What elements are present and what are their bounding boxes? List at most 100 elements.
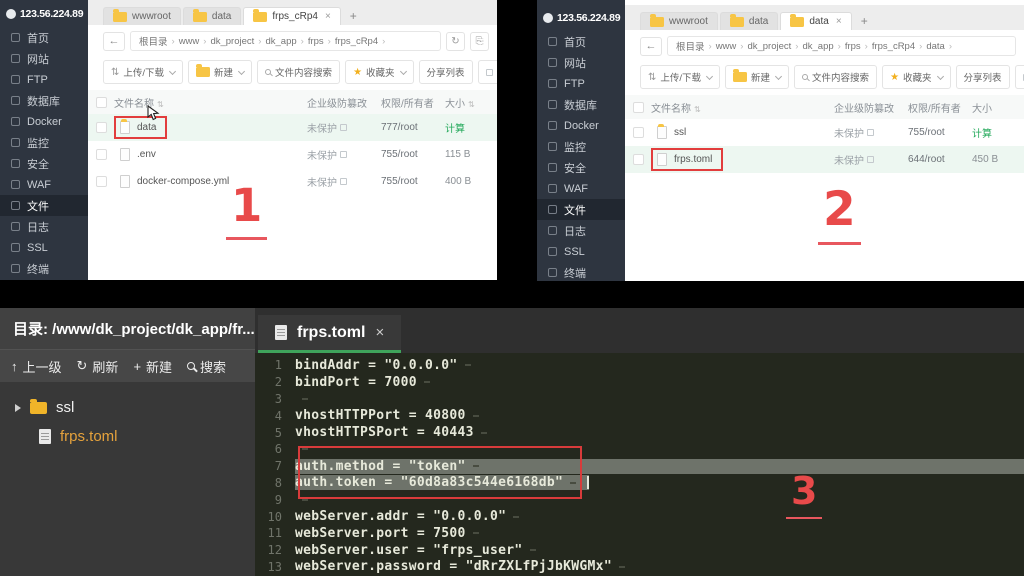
sidebar-item[interactable]: FTP [0,69,88,90]
breadcrumb-segment[interactable]: dk_app [265,36,307,47]
table-row[interactable]: .env 未保护 755/root 115 B [88,141,497,168]
share-list-button[interactable]: 分享列表 [419,60,473,84]
sidebar-item[interactable]: 网站 [537,52,625,73]
server-header[interactable]: 123.56.224.89 0 [537,4,625,31]
up-level-button[interactable]: ↑上一级 [11,357,62,376]
sidebar-item[interactable]: WAF [0,174,88,195]
code-line[interactable]: 10 webServer.addr = "0.0.0.0" [255,508,1024,525]
sidebar-item[interactable]: 终端 [537,262,625,281]
breadcrumb-segment[interactable]: 根目录 [676,39,716,53]
sidebar-item[interactable]: 监控 [537,136,625,157]
row-checkbox[interactable] [96,122,107,133]
close-icon[interactable]: × [325,11,331,22]
breadcrumb-segment[interactable]: www [716,41,748,52]
sidebar-item[interactable]: 文件 [0,195,88,216]
code-line[interactable]: 1 bindAddr = "0.0.0.0" [255,357,1024,374]
breadcrumb-segment[interactable]: 根目录 [139,34,179,48]
terminal-button[interactable]: 终端 [478,60,497,84]
tab-data[interactable]: data [720,12,778,30]
row-checkbox[interactable] [96,176,107,187]
server-header[interactable]: 123.56.224.89 0 [0,0,88,27]
sidebar-item[interactable]: 文件 [537,199,625,220]
copy-path-icon[interactable]: ⎘ [470,32,489,51]
code-line[interactable]: 8 auth.token = "60d8a83c544e6168db" [255,475,1024,492]
share-list-button[interactable]: 分享列表 [956,65,1010,89]
sidebar-item[interactable]: SSL [0,237,88,258]
editor-tab-frps-toml[interactable]: frps.toml × [258,315,401,353]
row-checkbox[interactable] [633,127,644,138]
back-button[interactable]: ← [103,32,125,51]
content-search-button[interactable]: 文件内容搜索 [794,65,877,89]
sidebar-item[interactable]: 终端 [0,258,88,279]
file-size[interactable]: 400 B [445,176,497,187]
table-row[interactable]: frps.toml 未保护 644/root 450 B [625,146,1024,173]
code-line[interactable]: 3 [255,391,1024,408]
upload-download-button[interactable]: ⇅上传/下载 [640,65,720,89]
terminal-button[interactable]: 终端 [1015,65,1024,89]
select-all-checkbox[interactable] [633,102,644,113]
sidebar-item[interactable]: 数据库 [0,90,88,111]
code-line[interactable]: 5 vhostHTTPSPort = 40443 [255,424,1024,441]
close-icon[interactable]: × [836,16,842,27]
tab-wwwroot[interactable]: wwwroot [103,7,181,25]
file-size[interactable]: 450 B [972,154,1024,165]
table-row[interactable]: docker-compose.yml 未保护 755/root 400 B [88,168,497,195]
sidebar-item[interactable]: 安全 [537,157,625,178]
row-checkbox[interactable] [633,154,644,165]
tab-data-active[interactable]: data× [780,12,851,30]
code-line[interactable]: 7 auth.method = "token" [255,458,1024,475]
select-all-checkbox[interactable] [96,97,107,108]
sidebar-item[interactable]: 监控 [0,132,88,153]
table-row[interactable]: ssl 未保护 755/root 计算 [625,119,1024,146]
sidebar-item[interactable]: 安全 [0,153,88,174]
new-tab-button[interactable]: + [343,7,364,25]
new-button[interactable]: 新建 [188,60,252,84]
breadcrumb-segment[interactable]: dk_app [802,41,844,52]
close-icon[interactable]: × [375,324,384,341]
refresh-button[interactable]: ↻刷新 [77,357,119,376]
breadcrumb-segment[interactable]: frps_cRp4 [872,41,926,52]
favorites-button[interactable]: ★收藏夹 [345,60,413,84]
breadcrumb-segment[interactable]: frps [308,36,335,47]
back-button[interactable]: ← [640,37,662,56]
sidebar-item[interactable]: 首页 [0,27,88,48]
new-file-button[interactable]: +新建 [133,357,172,376]
upload-download-button[interactable]: ⇅上传/下载 [103,60,183,84]
sidebar-item[interactable]: 日志 [0,216,88,237]
file-size[interactable]: 计算 [445,120,497,135]
favorites-button[interactable]: ★收藏夹 [882,65,950,89]
breadcrumb-segment[interactable]: www [179,36,211,47]
sidebar-item[interactable]: Docker [537,115,625,136]
tab-frps-crp4[interactable]: frps_cRp4× [243,7,340,25]
breadcrumb-segment[interactable]: frps_cRp4 [335,36,389,47]
new-button[interactable]: 新建 [725,65,789,89]
sidebar-item[interactable]: 首页 [537,31,625,52]
breadcrumb-segment[interactable]: frps [845,41,872,52]
sidebar-item[interactable]: Docker [0,111,88,132]
code-line[interactable]: 2 bindPort = 7000 [255,374,1024,391]
code-line[interactable]: 4 vhostHTTPPort = 40800 [255,407,1024,424]
sidebar-item[interactable]: 数据库 [537,94,625,115]
breadcrumb-segment[interactable]: data [926,41,956,52]
breadcrumb-segment[interactable]: dk_project [747,41,802,52]
tree-item-frps-toml[interactable]: frps.toml [0,422,255,451]
file-size[interactable]: 115 B [445,149,497,160]
refresh-icon[interactable]: ↻ [446,32,465,51]
tab-data[interactable]: data [183,7,241,25]
sidebar-item[interactable]: SSL [537,241,625,262]
code-area[interactable]: 1 bindAddr = "0.0.0.0" 2 bindPort = 7000… [255,353,1024,576]
row-checkbox[interactable] [96,149,107,160]
search-button[interactable]: 搜索 [187,357,226,376]
code-line[interactable]: 12 webServer.user = "frps_user" [255,542,1024,559]
code-line[interactable]: 9 [255,491,1024,508]
breadcrumb-segment[interactable]: dk_project [210,36,265,47]
new-tab-button[interactable]: + [854,12,875,30]
code-line[interactable]: 13 webServer.password = "dRrZXLfPjJbKWGM… [255,559,1024,576]
code-line[interactable]: 6 [255,441,1024,458]
tab-wwwroot[interactable]: wwwroot [640,12,718,30]
sidebar-item[interactable]: WAF [537,178,625,199]
code-line[interactable]: 11 webServer.port = 7500 [255,525,1024,542]
sidebar-item[interactable]: 网站 [0,48,88,69]
content-search-button[interactable]: 文件内容搜索 [257,60,340,84]
file-size[interactable]: 计算 [972,125,1024,140]
